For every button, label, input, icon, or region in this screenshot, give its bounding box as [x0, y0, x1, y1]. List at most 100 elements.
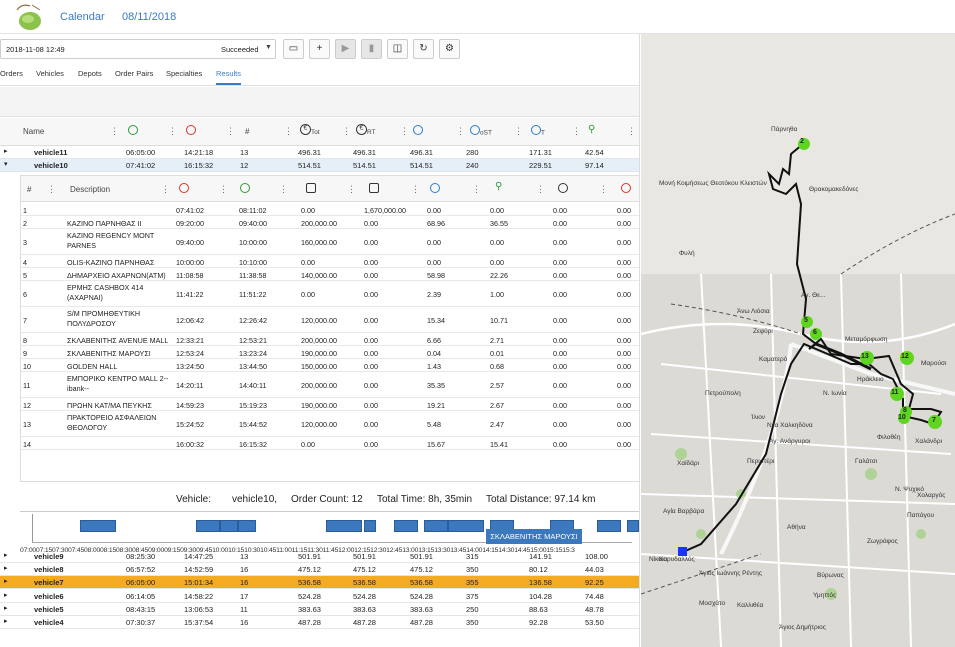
- column-menu-icon[interactable]: ⋮: [342, 126, 351, 137]
- app-logo[interactable]: [14, 2, 44, 32]
- timeline-bar[interactable]: [364, 520, 376, 532]
- header-count[interactable]: #: [245, 127, 249, 136]
- column-menu-icon[interactable]: ⋮: [219, 184, 228, 195]
- chevron-right-icon[interactable]: ▸: [4, 577, 8, 585]
- timeline-bar[interactable]: [220, 520, 238, 532]
- timeline-bar[interactable]: [448, 520, 484, 532]
- vehicle-row[interactable]: ▸ vehicle9 08:25:30 14:47:25 13 501.91 501.91 5…: [0, 550, 639, 563]
- detail-row[interactable]: 13 ΠΡΑΚΤΟΡΕΙΟ ΑΣΦΑΛΕΙΩΝ ΘΕΟΛΟΓΟΥ 15:24:52 1…: [21, 411, 639, 437]
- vehicle-row[interactable]: ▸ vehicle8 06:57:52 14:52:59 16 475.12 475.12 4…: [0, 563, 639, 577]
- map-marker-label[interactable]: 8: [903, 407, 907, 414]
- chevron-right-icon[interactable]: ▸: [4, 551, 8, 559]
- map-marker-label[interactable]: 2: [800, 138, 804, 145]
- chevron-right-icon[interactable]: ▸: [4, 591, 8, 599]
- map-marker-label[interactable]: 7: [932, 417, 936, 424]
- chevron-down-icon[interactable]: ▾: [4, 160, 8, 168]
- play-button[interactable]: ▶: [335, 39, 356, 59]
- timeline-bar[interactable]: [627, 520, 639, 532]
- vehicle-row[interactable]: ▸ vehicle4 07:30:37 15:37:54 16 487.28 487.28 4…: [0, 616, 639, 629]
- route-map[interactable]: 2 5 6 13 12 11 8 10 7 Πάρνηθα Μονή Κοιμήσ…: [641, 34, 955, 647]
- column-menu-icon[interactable]: ⋮: [536, 184, 545, 195]
- tab-depots[interactable]: Depots: [78, 69, 102, 78]
- tab-vehicles[interactable]: Vehicles: [36, 69, 64, 78]
- column-menu-icon[interactable]: ⋮: [161, 184, 170, 195]
- detail-row[interactable]: 9 ΣΚΛΑΒΕΝΙΤΗΣ ΜΑΡΟΥΣΙ 12:53:24 13:23:24 190,…: [21, 346, 639, 359]
- detail-row[interactable]: 10 GOLDEN HALL 13:24:50 13:44:50 150,000.00 0…: [21, 359, 639, 372]
- column-menu-icon[interactable]: ⋮: [627, 126, 636, 137]
- detail-cell-arr: 14:59:23: [176, 400, 204, 410]
- detail-row[interactable]: 12 ΠΡΩΗΝ ΚΑΤ/ΜΑ ΠΕΥΚΗΣ 14:59:23 15:19:23 190…: [21, 398, 639, 411]
- column-menu-icon[interactable]: ⋮: [110, 126, 119, 137]
- tab-order-pairs[interactable]: Order Pairs: [115, 69, 153, 78]
- add-button[interactable]: +: [309, 39, 330, 59]
- summary-vehicle-value: vehicle10,: [232, 494, 278, 505]
- map-marker-label[interactable]: 5: [804, 317, 808, 324]
- run-select[interactable]: 2018-11-08 12:49 Succeeded ▼: [0, 39, 276, 59]
- timeline-bar[interactable]: [326, 520, 362, 532]
- map-marker-label[interactable]: 6: [813, 329, 817, 336]
- delete-button[interactable]: ▮: [361, 39, 382, 59]
- detail-cell-num: 8: [23, 335, 27, 345]
- detail-row[interactable]: 5 ΔΗΜΑΡΧΕΙΟ ΑΧΑΡΝΩΝ(ATM) 11:08:58 11:38:58 1…: [21, 268, 639, 281]
- detail-header-num[interactable]: #: [27, 185, 31, 194]
- column-menu-icon[interactable]: ⋮: [572, 126, 581, 137]
- tab-specialties[interactable]: Specialties: [166, 69, 202, 78]
- detail-cell-d: 0.00: [490, 257, 504, 267]
- map-place-label: Ζωγράφος: [867, 538, 898, 545]
- chevron-right-icon[interactable]: ▸: [4, 617, 8, 625]
- detail-row[interactable]: 8 ΣΚΛΑΒΕΝΙΤΗΣ AVENUE MALL 12:33:21 12:53:21…: [21, 333, 639, 346]
- vehicle-row[interactable]: ▸ vehicle7 06:05:00 15:01:34 16 536.58 536.58 5…: [0, 576, 639, 590]
- column-menu-icon[interactable]: ⋮: [226, 126, 235, 137]
- column-menu-icon[interactable]: ⋮: [47, 184, 56, 195]
- timeline-bar[interactable]: [238, 520, 256, 532]
- detail-row[interactable]: 6 ΕΡΜΗΣ CASHBOX 414 (ΑΧΑΡΝΑΙ) 11:41:22 11:5…: [21, 281, 639, 307]
- detail-row[interactable]: 4 OLIS-ΚΑΖΙΝΟ ΠΑΡΝΗΘΑΣ 10:00:00 10:10:00 0.0…: [21, 255, 639, 268]
- detail-cell-b: 1,670,000.00: [364, 205, 406, 215]
- detail-row[interactable]: 14 16:00:32 16:15:32 0.00 0.00 15.67 15.41 0.00…: [21, 437, 639, 450]
- column-menu-icon[interactable]: ⋮: [168, 126, 177, 137]
- refresh-button[interactable]: ↻: [413, 39, 434, 59]
- detail-cell-c: 15.34: [427, 316, 445, 325]
- nav-date-link[interactable]: 08/11/2018: [122, 11, 176, 23]
- header-name[interactable]: Name: [23, 127, 44, 136]
- column-menu-icon[interactable]: ⋮: [411, 184, 420, 195]
- vehicle-row[interactable]: ▸ vehicle11 06:05:00 14:21:18 13 496.31 496.31…: [0, 146, 639, 159]
- column-menu-icon[interactable]: ⋮: [279, 184, 288, 195]
- chevron-right-icon[interactable]: ▸: [4, 604, 8, 612]
- vehicle-row[interactable]: ▾ vehicle10 07:41:02 16:15:32 12 514.51 514.51…: [0, 159, 639, 173]
- map-marker-label[interactable]: 12: [901, 353, 909, 360]
- column-menu-icon[interactable]: ⋮: [599, 184, 608, 195]
- chevron-right-icon[interactable]: ▸: [4, 147, 8, 155]
- vehicle-row[interactable]: ▸ vehicle5 08:43:15 13:06:53 11 383.63 383.63 3…: [0, 603, 639, 616]
- detail-row[interactable]: 2 ΚΑΖΙΝΟ ΠΑΡΝΗΘΑΣ II 09:20:00 09:40:00 200,0…: [21, 216, 639, 229]
- column-menu-icon[interactable]: ⋮: [472, 184, 481, 195]
- detail-row[interactable]: 3 ΚΑΖΙΝΟ REGENCY MONT PARNES 09:40:00 10:00…: [21, 229, 639, 255]
- layers-button[interactable]: ◫: [387, 39, 408, 59]
- detail-row[interactable]: 11 ΕΜΠΟΡΙΚΟ ΚΕΝΤΡΟ MALL 2--ibank-- 14:20:1…: [21, 372, 639, 398]
- column-menu-icon[interactable]: ⋮: [400, 126, 409, 137]
- timeline-bar[interactable]: [80, 520, 116, 532]
- tab-orders[interactable]: Orders: [0, 69, 23, 78]
- map-marker-label[interactable]: 10: [898, 414, 906, 421]
- map-marker-label[interactable]: 13: [861, 353, 869, 360]
- column-menu-icon[interactable]: ⋮: [514, 126, 523, 137]
- timeline-bar[interactable]: [394, 520, 418, 532]
- chevron-right-icon[interactable]: ▸: [4, 564, 8, 572]
- timeline-bar[interactable]: [597, 520, 621, 532]
- map-marker-label[interactable]: 11: [891, 389, 898, 396]
- settings-button[interactable]: ⚙: [439, 39, 460, 59]
- column-menu-icon[interactable]: ⋮: [284, 126, 293, 137]
- detail-cell-num: 2: [23, 218, 27, 228]
- detail-header-desc[interactable]: Description: [70, 185, 110, 194]
- nav-calendar-link[interactable]: Calendar: [60, 11, 105, 23]
- timeline-bar[interactable]: [424, 520, 448, 532]
- tab-results[interactable]: Results: [216, 69, 242, 85]
- column-menu-icon[interactable]: ⋮: [347, 184, 356, 195]
- detail-row[interactable]: 1 07:41:02 08:11:02 0.00 1,670,000.00 0.00 0.0…: [21, 203, 639, 216]
- timeline-bar[interactable]: [196, 520, 220, 532]
- detail-cell-num: 7: [23, 316, 27, 325]
- vehicle-row[interactable]: ▸ vehicle6 06:14:05 14:58:22 17 524.28 524.28 5…: [0, 590, 639, 603]
- column-menu-icon[interactable]: ⋮: [456, 126, 465, 137]
- comment-button[interactable]: ▭: [283, 39, 304, 59]
- detail-row[interactable]: 7 S/M ΠΡΟΜΗΘΕΥΤΙΚΗ ΠΟΛΥΔΡΟΣΟΥ 12:06:42 12:2…: [21, 307, 639, 333]
